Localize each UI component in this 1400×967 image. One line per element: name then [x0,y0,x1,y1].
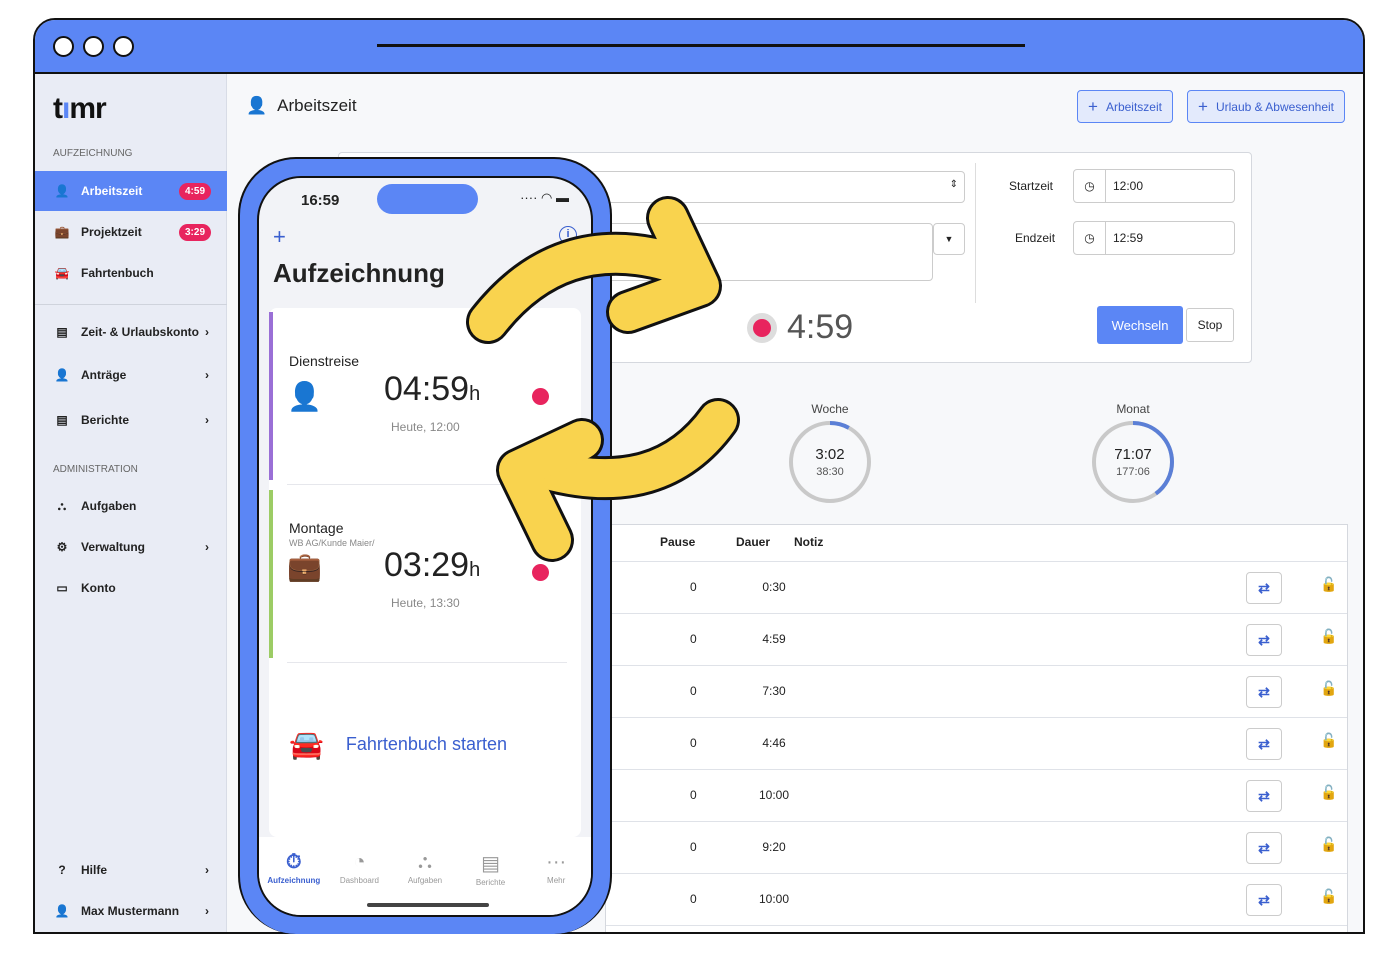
sync-arrows [466,196,740,562]
arrow-shape [469,199,737,559]
